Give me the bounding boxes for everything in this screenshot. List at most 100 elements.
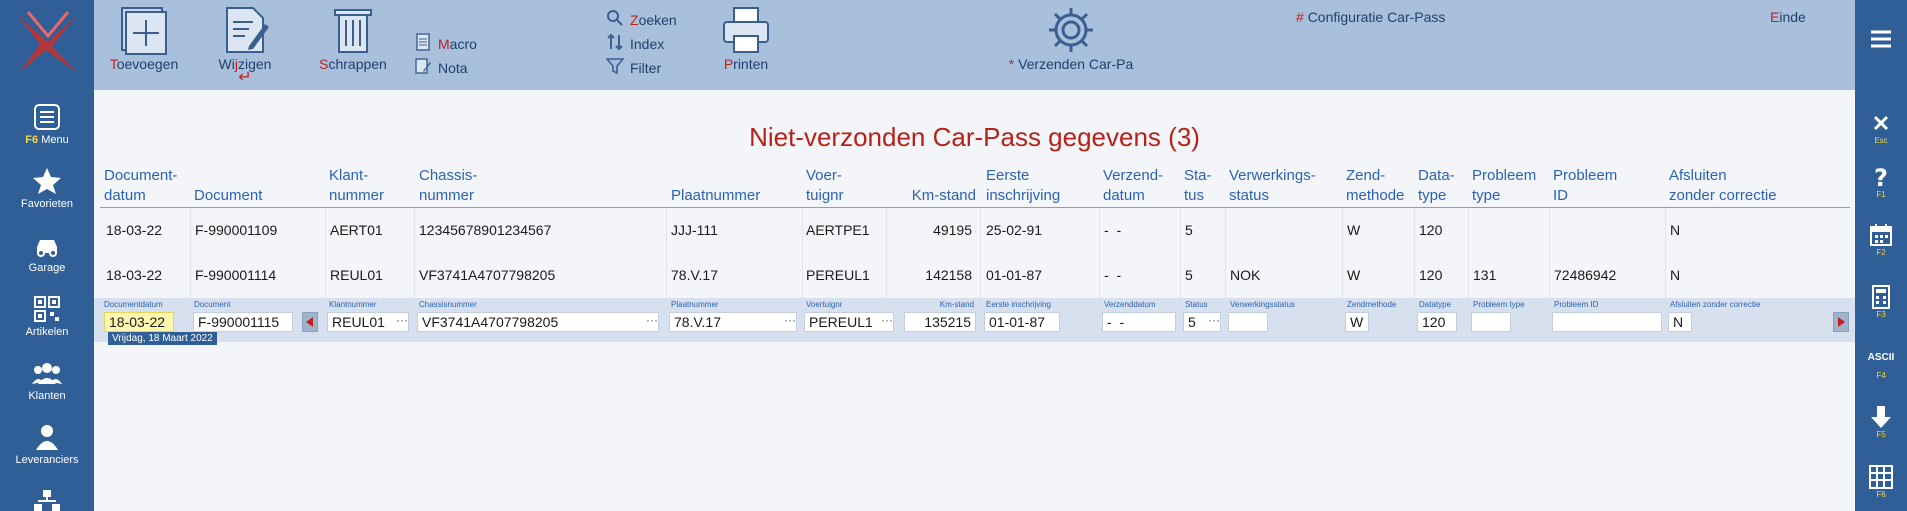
right-sidebar: Esc ? F1 F2 F3 ASCII F4 F5 F6	[1855, 0, 1907, 511]
config-hash: #	[1296, 9, 1304, 25]
car-icon	[32, 230, 62, 260]
send-date-field[interactable]: - -	[1102, 312, 1176, 332]
col-header-sendmethod[interactable]: Zend-methode	[1346, 166, 1404, 206]
column-divider	[1549, 208, 1550, 308]
search-button[interactable]: Zoeken	[606, 9, 677, 30]
sidebar-item-hierarchy[interactable]	[0, 488, 94, 511]
col-header-probtype[interactable]: Probleem type	[1472, 166, 1536, 206]
chassis-lookup-button[interactable]: ···	[646, 312, 658, 328]
search-icon	[606, 9, 624, 30]
send-car-pass-button[interactable]: * Verzenden Car-Pa	[1006, 4, 1136, 72]
first-registration-field[interactable]: 01-01-87	[984, 312, 1060, 332]
arrow-down-icon	[1868, 404, 1894, 430]
sidebar-item-menu[interactable]: F6 Menu	[0, 102, 94, 146]
header-line2: type	[1418, 187, 1447, 204]
col-header-client[interactable]: Klant-nummer	[329, 166, 384, 206]
problem-type-field[interactable]	[1471, 312, 1511, 332]
col-header-vehicle[interactable]: Voer-tuignr	[806, 166, 844, 206]
document-field[interactable]: F-990001115	[193, 312, 293, 332]
header-line1: Probleem	[1553, 167, 1618, 184]
problem-id-field[interactable]	[1552, 312, 1662, 332]
docdate-field[interactable]: 18-03-22	[104, 312, 174, 332]
end-button[interactable]: Einde	[1770, 9, 1806, 25]
chassis-number-field[interactable]: VF3741A4707798205	[417, 312, 659, 332]
column-divider	[802, 208, 803, 308]
main-content: Niet-verzonden Car-Pass gegevens (3) Doc…	[94, 90, 1855, 511]
cell-firstreg: 25-02-91	[986, 222, 1043, 238]
sidebar-item-garage[interactable]: Garage	[0, 230, 94, 274]
cell-vehicle: PEREUL1	[806, 267, 870, 283]
close-without-correction-field[interactable]: N	[1668, 312, 1692, 332]
header-line2: nummer	[419, 187, 475, 204]
macro-button[interactable]: Macro	[414, 33, 477, 54]
col-header-doc[interactable]: Document	[194, 166, 262, 206]
client-lookup-button[interactable]: ···	[396, 312, 408, 328]
ascii-label: ASCII	[1867, 352, 1895, 363]
col-header-datatype[interactable]: Data-type	[1418, 166, 1455, 206]
datatype-field[interactable]: 120	[1417, 312, 1457, 332]
calendar-button[interactable]: F2	[1855, 222, 1907, 258]
col-header-senddate[interactable]: Verzend-datum	[1103, 166, 1163, 206]
sidebar-item-articles[interactable]: Artikelen	[0, 294, 94, 338]
col-header-status[interactable]: Sta-tus	[1184, 166, 1212, 206]
help-button[interactable]: ? F1	[1855, 164, 1907, 200]
sidebar-item-suppliers[interactable]: Leveranciers	[0, 422, 94, 466]
column-divider	[1342, 208, 1343, 308]
sidebar-item-label: Leveranciers	[15, 454, 79, 466]
sidebar-item-label: Garage	[28, 262, 66, 274]
delete-label: chrappen	[328, 56, 387, 72]
col-header-plate[interactable]: Plaatnummer	[671, 166, 760, 206]
field-label: Voertuignr	[806, 300, 843, 309]
hamburger-menu-button[interactable]	[1855, 26, 1907, 52]
col-header-probid[interactable]: Probleem ID	[1553, 166, 1617, 206]
menu-list-icon	[32, 102, 62, 132]
add-button[interactable]: Toevoegen	[104, 4, 184, 72]
next-record-button[interactable]	[1833, 312, 1849, 332]
sidebar-item-label: Favorieten	[21, 198, 73, 210]
macro-label: acro	[449, 35, 477, 52]
plate-lookup-button[interactable]: ···	[784, 312, 796, 328]
prev-record-button[interactable]	[302, 312, 318, 332]
index-button[interactable]: Index	[606, 33, 664, 54]
km-field[interactable]: 135215	[904, 312, 976, 332]
plate-number-field[interactable]: 78.V.17	[669, 312, 797, 332]
header-line2: ID	[1553, 187, 1568, 204]
sidebar-item-customers[interactable]: Klanten	[0, 358, 94, 402]
status-lookup-button[interactable]: ···	[1208, 312, 1220, 328]
header-line1: Probleem	[1472, 167, 1537, 184]
escape-button[interactable]: Esc	[1855, 110, 1907, 146]
filter-button[interactable]: Filter	[605, 57, 661, 78]
vehicle-lookup-button[interactable]: ···	[881, 312, 893, 328]
col-header-close[interactable]: Afsluiten zonder correctie	[1669, 166, 1777, 206]
grid-button[interactable]: F6	[1855, 464, 1907, 500]
edit-button[interactable]: Wijzigen ↵	[210, 4, 280, 86]
col-header-chassis[interactable]: Chassis-nummer	[419, 166, 477, 206]
add-document-icon	[118, 4, 170, 56]
nota-button[interactable]: Nota	[414, 57, 468, 78]
field-label: Km-stand	[939, 300, 974, 309]
col-header-firstreg[interactable]: Eerste inschrijving	[986, 166, 1060, 206]
download-button[interactable]: F5	[1855, 404, 1907, 440]
cell-sendmethod: W	[1347, 267, 1361, 283]
search-hotkey: Z	[630, 11, 639, 28]
field-label: Eerste inschrijving	[986, 300, 1051, 309]
triangle-left-icon	[306, 317, 313, 327]
col-header-km[interactable]: Km-stand	[906, 166, 976, 206]
sidebar-item-favorites[interactable]: Favorieten	[0, 166, 94, 210]
config-car-pass-button[interactable]: # Configuratie Car-Pass	[1296, 9, 1445, 25]
sort-arrows-icon	[606, 33, 624, 54]
cell-docdate: 18-03-22	[106, 267, 163, 283]
ascii-button[interactable]: ASCII F4	[1855, 345, 1907, 381]
field-label: Documentdatum	[104, 300, 163, 309]
col-header-docdate[interactable]: Document-datum	[104, 166, 177, 206]
f1-key-label: F1	[1876, 190, 1886, 199]
print-button[interactable]: Printen	[716, 4, 776, 72]
cell-doc: F-990001109	[195, 222, 278, 238]
calculator-button[interactable]: F3	[1855, 284, 1907, 320]
help-question-icon: ?	[1868, 164, 1894, 192]
processing-status-field[interactable]	[1228, 312, 1268, 332]
delete-button[interactable]: Schrappen	[318, 4, 388, 72]
send-method-field[interactable]: W	[1345, 312, 1369, 332]
header-line1: Voer-	[806, 167, 842, 184]
col-header-procstatus[interactable]: Verwerkings-status	[1229, 166, 1316, 206]
